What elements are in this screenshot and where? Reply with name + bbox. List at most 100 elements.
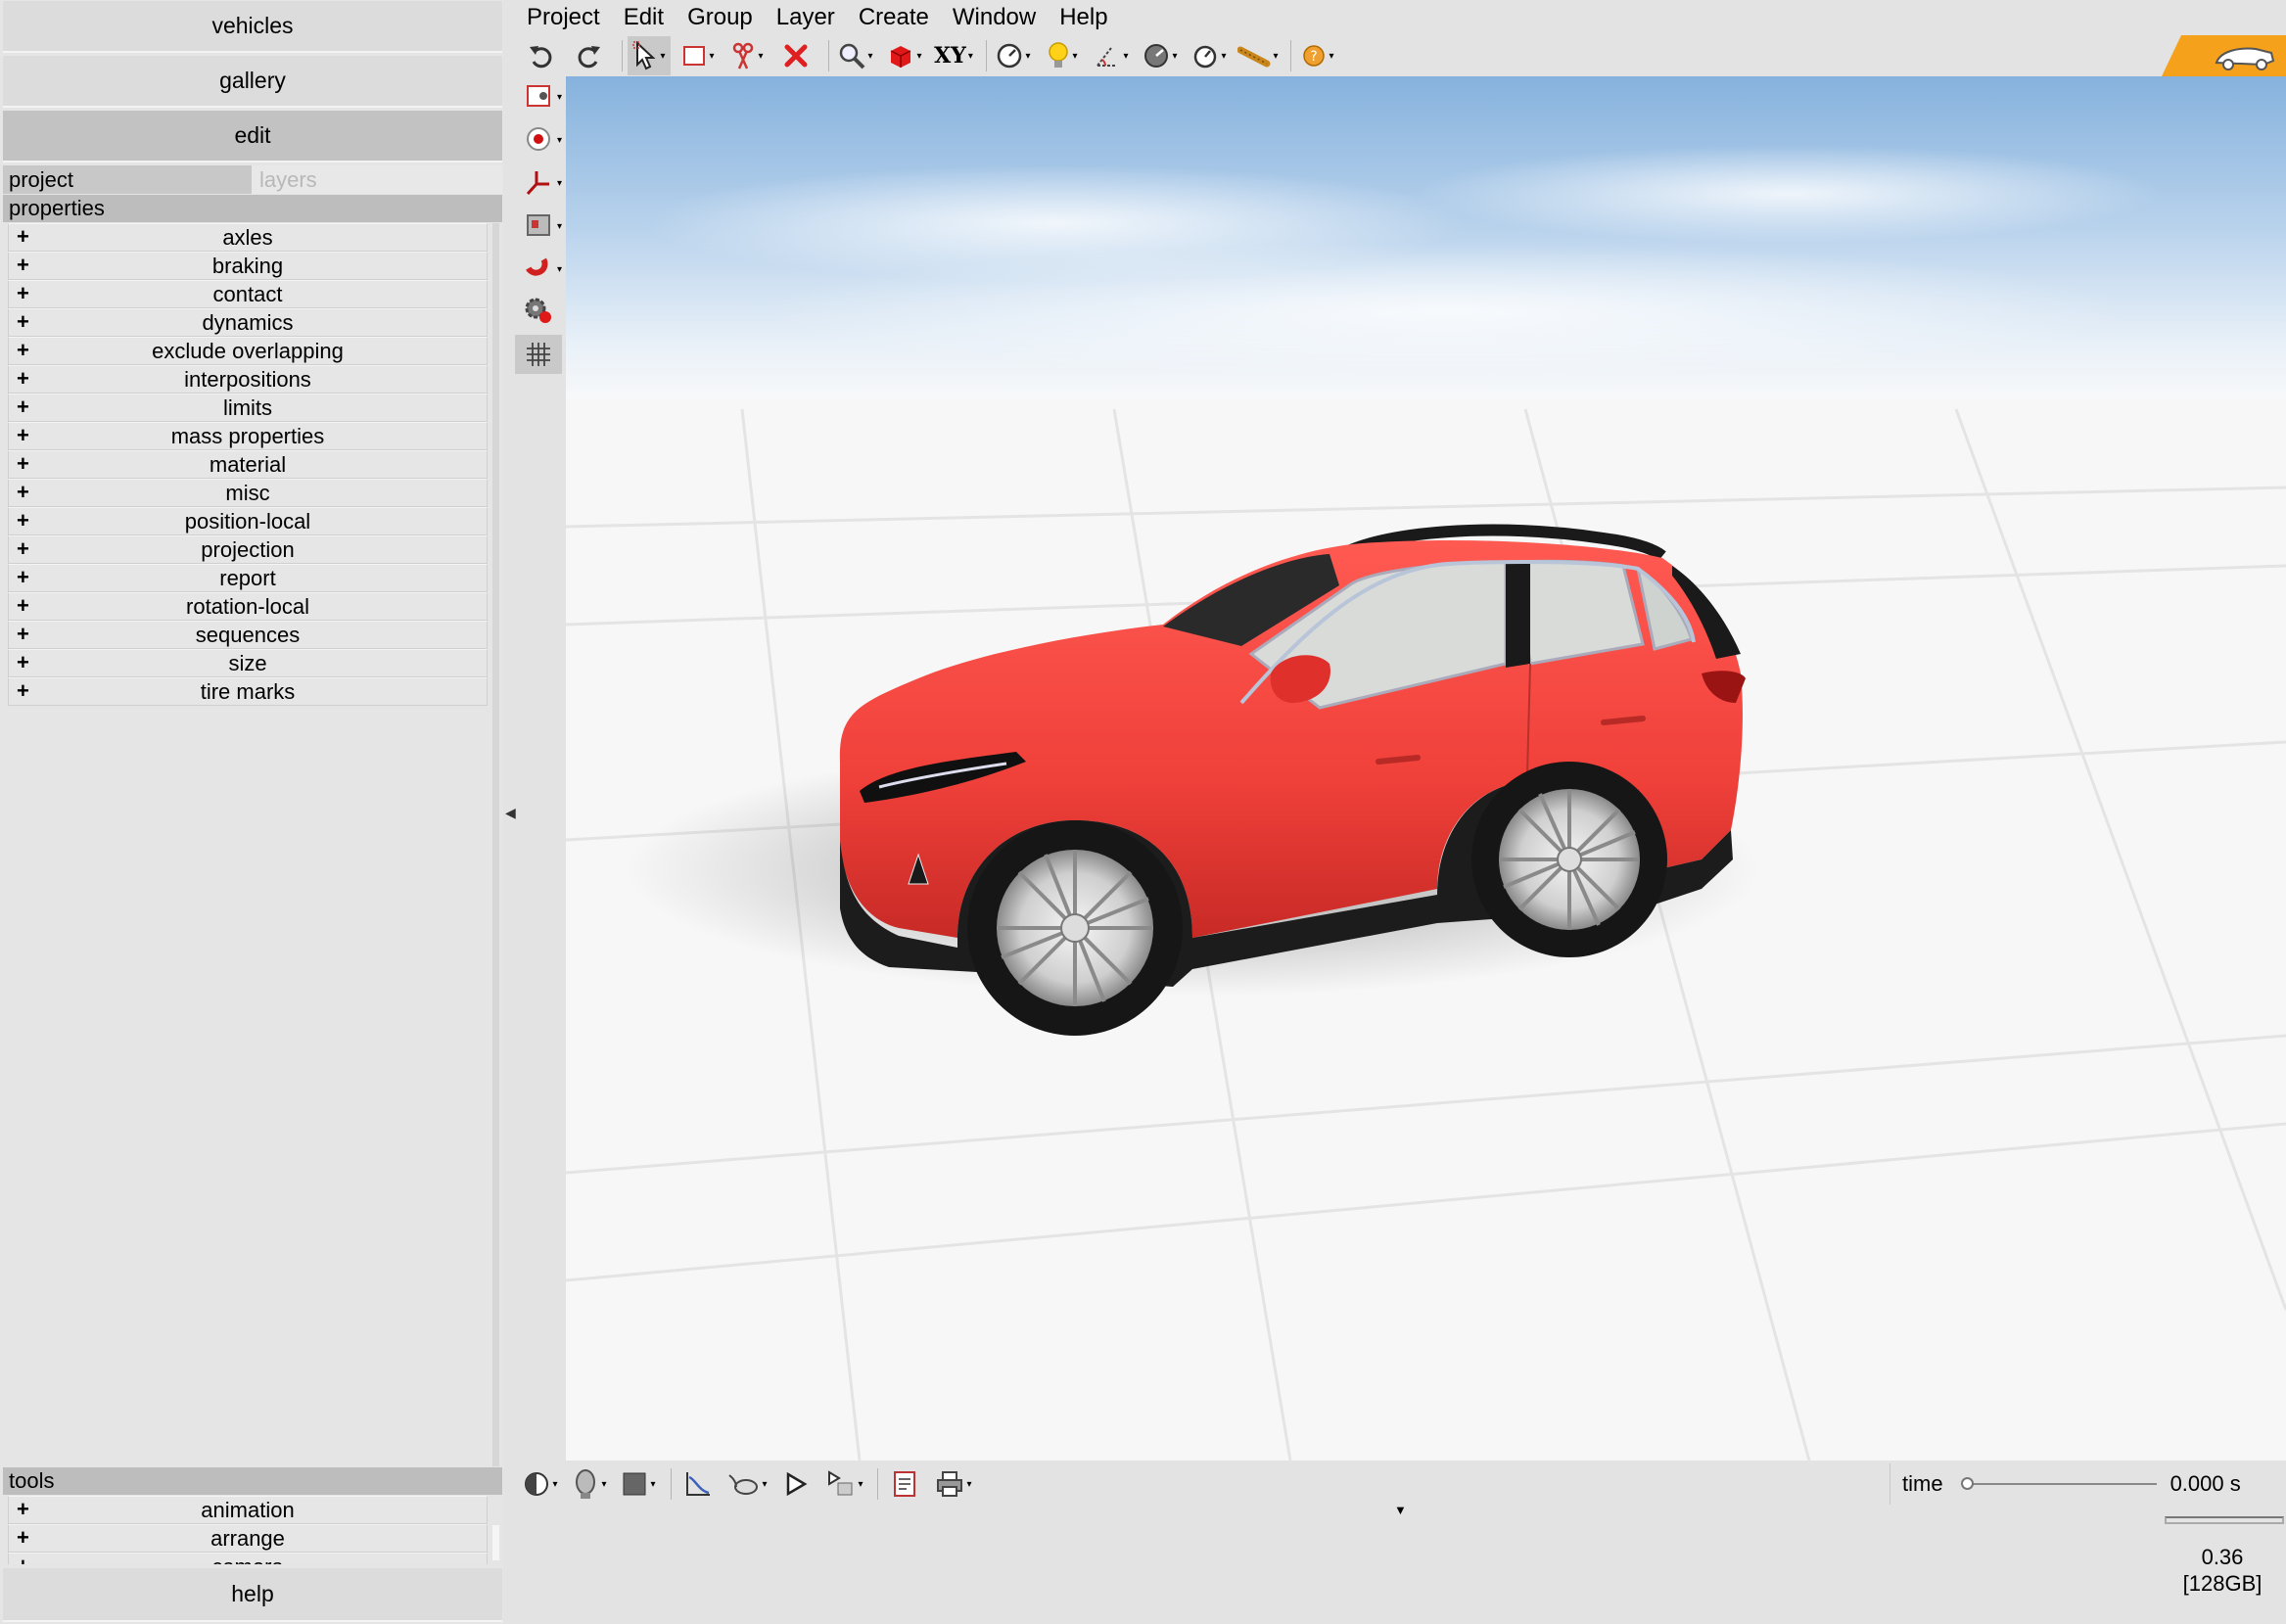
menu-window[interactable]: Window <box>941 0 1048 35</box>
property-projection[interactable]: + projection <box>8 535 488 564</box>
sequence-button[interactable]: ▾ <box>823 1464 866 1504</box>
time-slider[interactable] <box>1960 1474 2157 1494</box>
delete-x-icon <box>784 44 808 68</box>
play-button[interactable] <box>774 1464 817 1504</box>
measure-angle-button[interactable]: ▾ <box>1090 36 1133 75</box>
expand-icon[interactable]: + <box>17 281 29 306</box>
axes-button[interactable]: ▾ <box>515 162 562 202</box>
redo-button[interactable] <box>568 36 611 75</box>
property-contact[interactable]: + contact <box>8 280 488 308</box>
avatar-button[interactable]: ▾ <box>568 1464 611 1504</box>
tool-animation[interactable]: + animation <box>8 1496 488 1524</box>
cut-button[interactable]: ▾ <box>725 36 769 75</box>
expand-icon[interactable]: + <box>17 253 29 278</box>
tool-camera[interactable]: + camera <box>8 1553 488 1564</box>
help-button[interactable]: help <box>3 1568 502 1622</box>
property-mass-properties[interactable]: + mass properties <box>8 422 488 450</box>
expand-icon[interactable]: + <box>17 309 29 335</box>
expand-icon[interactable]: + <box>17 508 29 534</box>
property-exclude-overlapping[interactable]: + exclude overlapping <box>8 337 488 365</box>
edit-button[interactable]: edit <box>3 111 502 162</box>
vehicles-button[interactable]: vehicles <box>3 1 502 53</box>
menu-help[interactable]: Help <box>1048 0 1119 35</box>
3d-viewport[interactable] <box>566 76 2286 1461</box>
expand-icon[interactable]: + <box>17 593 29 619</box>
property-misc[interactable]: + misc <box>8 479 488 507</box>
grid-icon <box>527 343 550 366</box>
menu-layer[interactable]: Layer <box>765 0 847 35</box>
expand-icon[interactable]: + <box>17 451 29 477</box>
background-color-button[interactable]: ▾ <box>617 1464 660 1504</box>
property-tire-marks[interactable]: + tire marks <box>8 677 488 706</box>
property-position-local[interactable]: + position-local <box>8 507 488 535</box>
magnet-button[interactable]: ▾ <box>515 249 562 288</box>
menu-project[interactable]: Project <box>515 0 612 35</box>
gallery-button[interactable]: gallery <box>3 56 502 108</box>
property-braking[interactable]: + braking <box>8 252 488 280</box>
property-dynamics[interactable]: + dynamics <box>8 308 488 337</box>
property-material[interactable]: + material <box>8 450 488 479</box>
property-rotation-local[interactable]: + rotation-local <box>8 592 488 621</box>
create-box-button[interactable]: ▾ <box>883 36 926 75</box>
expand-icon[interactable]: + <box>17 480 29 505</box>
xy-plane-button[interactable]: XY ▾ <box>932 36 975 75</box>
expand-icon[interactable]: + <box>17 565 29 590</box>
expand-icon[interactable]: + <box>17 622 29 647</box>
expand-icon[interactable]: + <box>17 423 29 448</box>
time-slider-handle[interactable] <box>1960 1477 1974 1490</box>
expand-icon[interactable]: + <box>17 338 29 363</box>
property-limits[interactable]: + limits <box>8 394 488 422</box>
tool-arrange[interactable]: + arrange <box>8 1524 488 1553</box>
toolbar-separator <box>671 1468 672 1500</box>
tape-measure-button[interactable]: ▾ <box>1236 36 1280 75</box>
expand-icon[interactable]: + <box>17 678 29 704</box>
stopwatch-button[interactable]: ▾ <box>1188 36 1231 75</box>
report-button[interactable] <box>883 1464 926 1504</box>
property-size[interactable]: + size <box>8 649 488 677</box>
light-button[interactable]: ▾ <box>1041 36 1084 75</box>
menu-group[interactable]: Group <box>676 0 765 35</box>
layout-button[interactable]: ▾ <box>515 206 562 245</box>
expand-icon[interactable]: + <box>17 394 29 420</box>
panel-splitter[interactable]: ◀ <box>503 0 516 1624</box>
expand-icon[interactable]: + <box>17 1525 29 1551</box>
shading-button[interactable]: ▾ <box>519 1464 562 1504</box>
expand-icon[interactable]: + <box>17 224 29 250</box>
expand-icon[interactable]: + <box>17 1554 29 1564</box>
gauge-button[interactable]: ▾ <box>992 36 1035 75</box>
viewport-menu-caret[interactable]: ▼ <box>1394 1503 1407 1517</box>
expand-icon[interactable]: + <box>17 650 29 675</box>
target-button[interactable]: ▾ <box>515 119 562 159</box>
xy-plane-icon: XY <box>934 43 966 69</box>
property-sequences[interactable]: + sequences <box>8 621 488 649</box>
tab-layers[interactable]: layers <box>252 165 502 194</box>
property-report[interactable]: + report <box>8 564 488 592</box>
collapse-left-icon[interactable]: ◀ <box>505 805 516 821</box>
zoom-button[interactable]: ▾ <box>834 36 877 75</box>
point-select-button[interactable]: ▾ <box>515 76 562 116</box>
property-label: report <box>219 565 276 590</box>
tools-scrollbar[interactable] <box>492 1525 499 1560</box>
print-button[interactable]: ▾ <box>932 1464 975 1504</box>
properties-scrollbar[interactable] <box>492 223 499 1466</box>
help-tool-button[interactable]: ? ▾ <box>1296 36 1339 75</box>
property-interpositions[interactable]: + interpositions <box>8 365 488 394</box>
graph-button[interactable] <box>676 1464 720 1504</box>
grid-toggle-button[interactable] <box>515 335 562 374</box>
tab-project[interactable]: project <box>3 165 252 194</box>
undo-button[interactable] <box>519 36 562 75</box>
rectangle-select-button[interactable]: ▾ <box>676 36 720 75</box>
expand-icon[interactable]: + <box>17 366 29 392</box>
select-tool-button[interactable]: ▾ <box>628 36 671 75</box>
dial-icon <box>1144 44 1169 68</box>
property-axles[interactable]: + axles <box>8 223 488 252</box>
menu-create[interactable]: Create <box>847 0 941 35</box>
expand-icon[interactable]: + <box>17 536 29 562</box>
speed-slider[interactable] <box>2165 1516 2284 1524</box>
menu-edit[interactable]: Edit <box>612 0 676 35</box>
dial-button[interactable]: ▾ <box>1139 36 1182 75</box>
delete-button[interactable] <box>774 36 817 75</box>
path-button[interactable]: ▾ <box>725 1464 769 1504</box>
settings-button[interactable] <box>515 292 562 331</box>
expand-icon[interactable]: + <box>17 1497 29 1522</box>
